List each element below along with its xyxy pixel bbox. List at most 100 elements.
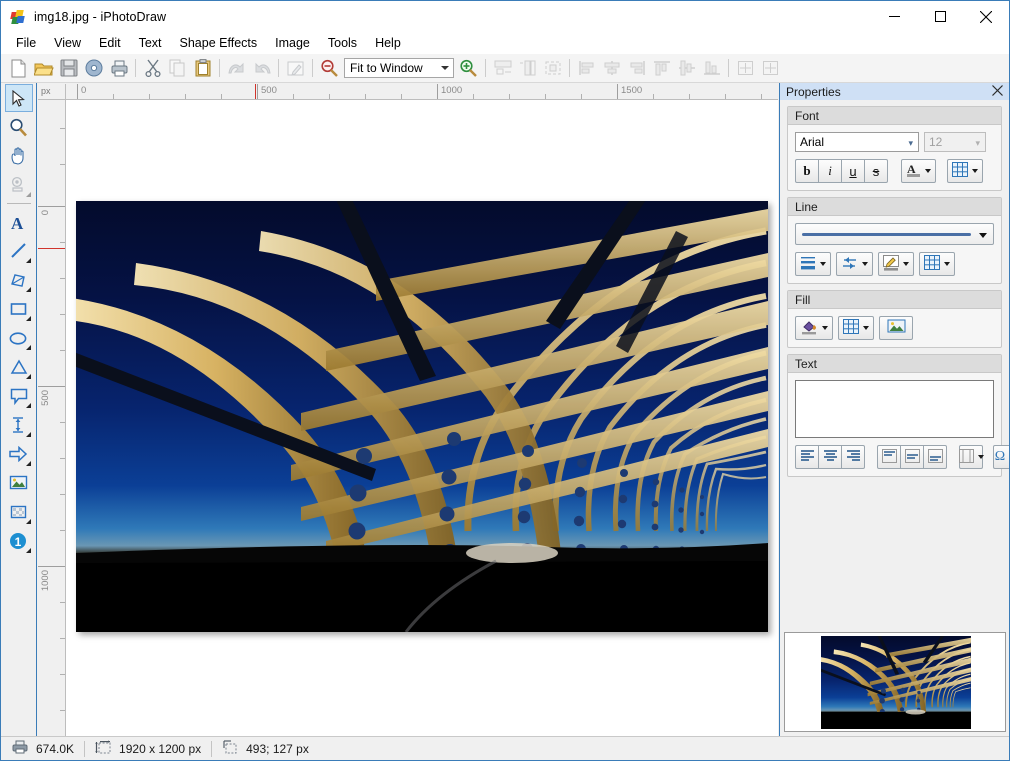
underline-button[interactable]: u: [841, 159, 865, 183]
vruler-label-500: 500: [40, 390, 51, 406]
align-bottom-icon[interactable]: [699, 56, 724, 81]
toolbar-separator: [135, 59, 136, 77]
dimension-tool[interactable]: [5, 411, 33, 439]
bold-button[interactable]: b: [795, 159, 819, 183]
hruler-label-0: 0: [81, 85, 86, 96]
callout-tool[interactable]: [5, 382, 33, 410]
cursor-position-icon: [222, 740, 239, 758]
fit-selection-icon[interactable]: [540, 56, 565, 81]
menu-text[interactable]: Text: [130, 33, 171, 53]
stamp-tool[interactable]: [5, 171, 33, 199]
vertical-ruler[interactable]: 0 500 1000: [38, 100, 66, 736]
align-top-icon[interactable]: [649, 56, 674, 81]
fit-width-icon[interactable]: [515, 56, 540, 81]
align-left-icon[interactable]: [574, 56, 599, 81]
chevron-down-icon: [822, 326, 828, 330]
photo-image[interactable]: [76, 201, 768, 632]
text-valign-middle-button[interactable]: [900, 445, 924, 469]
undo-icon[interactable]: [224, 56, 249, 81]
strikethrough-button[interactable]: s: [864, 159, 888, 183]
pan-tool[interactable]: [5, 142, 33, 170]
mask-tool[interactable]: [5, 498, 33, 526]
arrow-tool[interactable]: [5, 440, 33, 468]
tool-separator: [7, 203, 31, 204]
edit-annotation-icon[interactable]: [283, 56, 308, 81]
menu-file[interactable]: File: [7, 33, 45, 53]
save-file-icon[interactable]: [56, 56, 81, 81]
line-options-button[interactable]: [919, 252, 955, 276]
menu-shape-effects[interactable]: Shape Effects: [171, 33, 267, 53]
font-options-button[interactable]: [947, 159, 983, 183]
bold-label: b: [803, 163, 810, 179]
paste-icon[interactable]: [190, 56, 215, 81]
status-bar: 674.0K 1920 x 1200 px 493; 127 px: [1, 736, 1009, 760]
polygon-tool[interactable]: [5, 266, 33, 294]
properties-close-button[interactable]: [992, 85, 1003, 99]
font-style-buttons: b i u s: [795, 159, 888, 183]
insert-symbol-button[interactable]: Ω: [993, 445, 1010, 469]
strikethrough-label: s: [873, 164, 880, 179]
font-color-button[interactable]: A: [901, 159, 936, 183]
new-file-icon[interactable]: [6, 56, 31, 81]
menu-edit[interactable]: Edit: [90, 33, 130, 53]
close-button[interactable]: [963, 1, 1009, 32]
properties-panel-header: Properties: [780, 83, 1009, 100]
line-style-combo[interactable]: [795, 223, 994, 245]
fill-image-button[interactable]: [879, 316, 913, 340]
image-thumbnail-preview[interactable]: [784, 632, 1006, 732]
text-content-input[interactable]: [795, 380, 994, 438]
text-tool[interactable]: A: [5, 208, 33, 236]
text-align-left-button[interactable]: [795, 445, 819, 469]
line-tool[interactable]: [5, 237, 33, 265]
document-canvas[interactable]: [66, 100, 778, 736]
toolbar-separator: [312, 59, 313, 77]
font-family-combo[interactable]: Arial ▾: [795, 132, 919, 152]
image-tool[interactable]: [5, 469, 33, 497]
text-valign-bottom-button[interactable]: [923, 445, 947, 469]
svg-text:A: A: [907, 162, 916, 176]
zoom-out-icon[interactable]: [317, 56, 342, 81]
menu-view[interactable]: View: [45, 33, 90, 53]
horizontal-ruler[interactable]: 0 500 1000 1500: [66, 84, 778, 100]
text-margin-button[interactable]: [959, 445, 983, 469]
open-file-icon[interactable]: [31, 56, 56, 81]
distribute-vertical-icon[interactable]: [758, 56, 783, 81]
triangle-tool[interactable]: [5, 353, 33, 381]
maximize-button[interactable]: [917, 1, 963, 32]
text-valign-top-button[interactable]: [877, 445, 901, 469]
chevron-down-icon: [944, 262, 950, 266]
cut-icon[interactable]: [140, 56, 165, 81]
text-align-center-button[interactable]: [818, 445, 842, 469]
number-tool[interactable]: 1: [5, 527, 33, 555]
line-arrow-button[interactable]: [836, 252, 873, 276]
fill-options-button[interactable]: [838, 316, 874, 340]
menu-help[interactable]: Help: [366, 33, 410, 53]
distribute-horizontal-icon[interactable]: [733, 56, 758, 81]
zoom-level-combo[interactable]: Fit to Window: [344, 58, 454, 78]
zoom-tool[interactable]: [5, 113, 33, 141]
align-middle-vertical-icon[interactable]: [674, 56, 699, 81]
toolbar-separator: [728, 59, 729, 77]
align-right-icon[interactable]: [624, 56, 649, 81]
menu-tools[interactable]: Tools: [319, 33, 366, 53]
submenu-indicator: [26, 432, 31, 437]
ellipse-tool[interactable]: [5, 324, 33, 352]
fit-page-icon[interactable]: [490, 56, 515, 81]
rectangle-tool[interactable]: [5, 295, 33, 323]
font-size-combo[interactable]: 12 ▾: [924, 132, 986, 152]
zoom-in-icon[interactable]: [456, 56, 481, 81]
line-width-button[interactable]: [795, 252, 831, 276]
save-as-disc-icon[interactable]: [81, 56, 106, 81]
select-tool[interactable]: [5, 84, 33, 112]
minimize-button[interactable]: [871, 1, 917, 32]
italic-button[interactable]: i: [818, 159, 842, 183]
line-group-title: Line: [788, 198, 1001, 216]
line-color-button[interactable]: [878, 252, 914, 276]
align-center-horizontal-icon[interactable]: [599, 56, 624, 81]
text-align-right-button[interactable]: [841, 445, 865, 469]
redo-icon[interactable]: [249, 56, 274, 81]
fill-color-button[interactable]: [795, 316, 833, 340]
copy-icon[interactable]: [165, 56, 190, 81]
menu-image[interactable]: Image: [266, 33, 319, 53]
print-icon[interactable]: [106, 56, 131, 81]
